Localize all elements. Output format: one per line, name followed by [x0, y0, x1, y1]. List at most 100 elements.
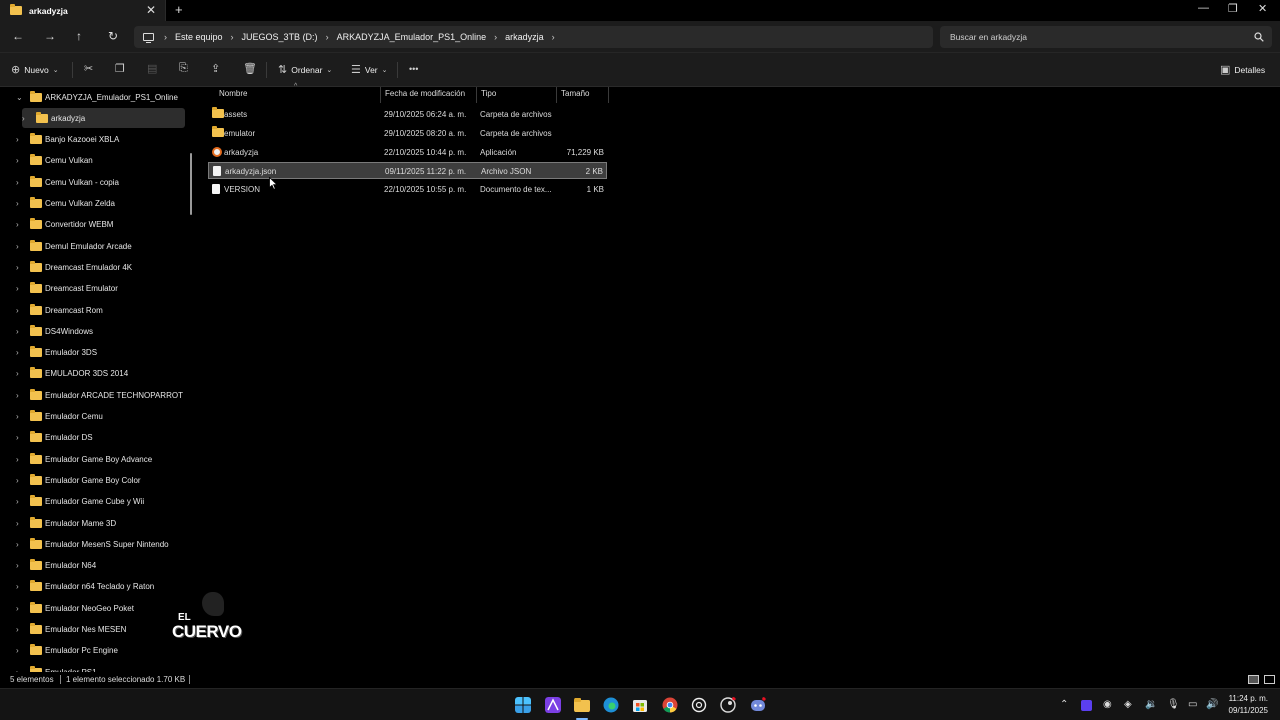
breadcrumb-este-equipo[interactable]: Este equipo: [175, 32, 223, 42]
new-button[interactable]: ⊕ Nuevo ⌄: [11, 63, 63, 76]
chevron-right-icon[interactable]: ›: [16, 433, 30, 442]
file-row[interactable]: arkadyzja 22/10/2025 10:44 p. m. Aplicació…: [208, 144, 607, 161]
file-explorer-icon[interactable]: [574, 697, 590, 713]
chevron-right-icon[interactable]: ›: [16, 646, 30, 655]
microsoft-store-icon[interactable]: [632, 697, 648, 713]
chevron-right-icon[interactable]: ›: [16, 604, 30, 613]
more-options-icon[interactable]: •••: [409, 64, 418, 74]
chevron-right-icon[interactable]: ›: [16, 540, 30, 549]
sidebar-item[interactable]: › Dreamcast Emulator: [16, 279, 118, 299]
sidebar-item[interactable]: › Cemu Vulkan: [16, 151, 93, 171]
chevron-right-icon[interactable]: ›: [16, 327, 30, 336]
app-tray-icon[interactable]: [1081, 700, 1092, 711]
sidebar-item[interactable]: › Emulador Mame 3D: [16, 513, 116, 533]
sidebar-item[interactable]: › EMULADOR 3DS 2014: [16, 364, 128, 384]
chevron-right-icon[interactable]: ›: [16, 242, 30, 251]
address-bar[interactable]: › Este equipo › JUEGOS_3TB (D:) › ARKADY…: [134, 26, 933, 48]
breadcrumb-drive[interactable]: JUEGOS_3TB (D:): [242, 32, 318, 42]
chevron-right-icon[interactable]: ›: [16, 391, 30, 400]
column-divider[interactable]: [556, 87, 557, 103]
back-button[interactable]: ←: [12, 29, 24, 43]
tab-arkadyzja[interactable]: arkadyzja ✕: [0, 0, 166, 21]
chevron-right-icon[interactable]: ›: [494, 32, 497, 42]
chevron-right-icon[interactable]: ›: [16, 156, 30, 165]
volume-icon[interactable]: 🔊: [1206, 699, 1218, 710]
sidebar-item[interactable]: › arkadyzja: [22, 108, 185, 129]
sidebar-item[interactable]: › Convertidor WEBM: [16, 215, 113, 235]
column-header-modified[interactable]: Fecha de modificación: [385, 89, 465, 103]
refresh-button[interactable]: ↻: [108, 29, 118, 43]
breadcrumb-arkadyzja-emulador[interactable]: ARKADYZJA_Emulador_PS1_Online: [337, 32, 487, 42]
share-icon[interactable]: ⇪: [211, 62, 220, 75]
sidebar-scrollbar[interactable]: [190, 153, 192, 215]
close-window-button[interactable]: ✕: [1258, 2, 1267, 15]
chevron-right-icon[interactable]: ›: [326, 32, 329, 42]
chevron-right-icon[interactable]: ›: [16, 476, 30, 485]
sidebar-item[interactable]: ⌄ ARKADYZJA_Emulador_PS1_Online: [16, 87, 178, 107]
file-row[interactable]: assets 29/10/2025 06:24 a. m. Carpeta de a…: [208, 106, 607, 123]
chevron-right-icon[interactable]: ›: [16, 220, 30, 229]
maximize-button[interactable]: ❐: [1228, 2, 1238, 15]
chevron-right-icon[interactable]: ›: [16, 178, 30, 187]
column-divider[interactable]: [380, 87, 381, 103]
sidebar-item[interactable]: › Emulador N64: [16, 556, 96, 576]
sidebar-item[interactable]: › Emulador Cemu: [16, 407, 103, 427]
sidebar-item[interactable]: › Demul Emulador Arcade: [16, 236, 132, 256]
cut-icon[interactable]: ✂: [84, 62, 93, 75]
discord-icon[interactable]: [750, 697, 766, 713]
chevron-down-icon[interactable]: ⌄: [16, 93, 30, 102]
column-header-type[interactable]: Tipo: [481, 89, 496, 103]
edge-browser-icon[interactable]: [603, 697, 619, 713]
file-row[interactable]: arkadyzja.json 09/11/2025 11:22 p. m. Arch…: [208, 162, 607, 180]
column-divider[interactable]: [608, 87, 609, 103]
chevron-right-icon[interactable]: ›: [16, 625, 30, 634]
sidebar-item[interactable]: › Cemu Vulkan Zelda: [16, 194, 115, 214]
microphone-icon[interactable]: 🎙: [1167, 699, 1180, 710]
sidebar-item[interactable]: › Dreamcast Emulador 4K: [16, 257, 132, 277]
up-button[interactable]: ↑: [76, 29, 82, 43]
file-row[interactable]: VERSION 22/10/2025 10:55 p. m. Documento d…: [208, 181, 607, 198]
chevron-right-icon[interactable]: ›: [16, 582, 30, 591]
sidebar-item[interactable]: › Emulador NeoGeo Poket: [16, 598, 134, 618]
sidebar-item[interactable]: › Emulador DS: [16, 428, 93, 448]
affinity-icon[interactable]: [545, 697, 561, 713]
chrome-browser-icon[interactable]: [662, 697, 678, 713]
sidebar-item[interactable]: › Emulador 3DS: [16, 343, 97, 363]
tiles-view-icon[interactable]: [1264, 675, 1275, 684]
chevron-right-icon[interactable]: ›: [22, 114, 36, 123]
chevron-right-icon[interactable]: ›: [16, 519, 30, 528]
paste-icon[interactable]: ▤: [147, 62, 157, 75]
sidebar-item[interactable]: › Emulador Game Cube y Wii: [16, 492, 144, 512]
windows-start-icon[interactable]: [515, 697, 531, 713]
speaker-icon[interactable]: 🔉: [1145, 699, 1157, 710]
chevron-right-icon[interactable]: ›: [16, 284, 30, 293]
forward-button[interactable]: →: [44, 29, 56, 43]
new-tab-button[interactable]: +: [175, 2, 183, 17]
sidebar-item[interactable]: › DS4Windows: [16, 321, 93, 341]
view-button[interactable]: ☰ Ver ⌄: [351, 63, 392, 76]
discord-tray-icon[interactable]: ◈: [1124, 699, 1132, 710]
copy-icon[interactable]: ❐: [115, 62, 125, 75]
sidebar-item[interactable]: › Emulador Game Boy Color: [16, 470, 141, 490]
nvidia-icon[interactable]: ◉: [1103, 699, 1112, 710]
breadcrumb-arkadyzja[interactable]: arkadyzja: [505, 32, 544, 42]
steam-icon[interactable]: [720, 697, 736, 713]
details-view-icon[interactable]: [1248, 675, 1259, 684]
network-icon[interactable]: ▭: [1188, 699, 1197, 710]
chevron-right-icon[interactable]: ›: [16, 135, 30, 144]
rename-icon[interactable]: ⎘: [179, 62, 188, 75]
sidebar-item[interactable]: › Emulador n64 Teclado y Raton: [16, 577, 154, 597]
sidebar-item[interactable]: › Dreamcast Rom: [16, 300, 103, 320]
close-tab-button[interactable]: ✕: [146, 3, 156, 17]
chevron-right-icon[interactable]: ›: [231, 32, 234, 42]
chevron-right-icon[interactable]: ›: [16, 455, 30, 464]
chevron-right-icon[interactable]: ›: [552, 32, 555, 42]
column-header-name[interactable]: Nombre: [219, 89, 247, 103]
chevron-right-icon[interactable]: ›: [16, 561, 30, 570]
sidebar-item[interactable]: › Emulador Pc Engine: [16, 641, 118, 661]
details-button[interactable]: ▣ Detalles: [1220, 63, 1265, 76]
chatgpt-icon[interactable]: [691, 697, 707, 713]
system-clock[interactable]: 11:24 p. m. 09/11/2025: [1229, 693, 1268, 717]
delete-icon[interactable]: 🗑: [243, 62, 257, 75]
column-header-size[interactable]: Tamaño: [561, 89, 589, 103]
